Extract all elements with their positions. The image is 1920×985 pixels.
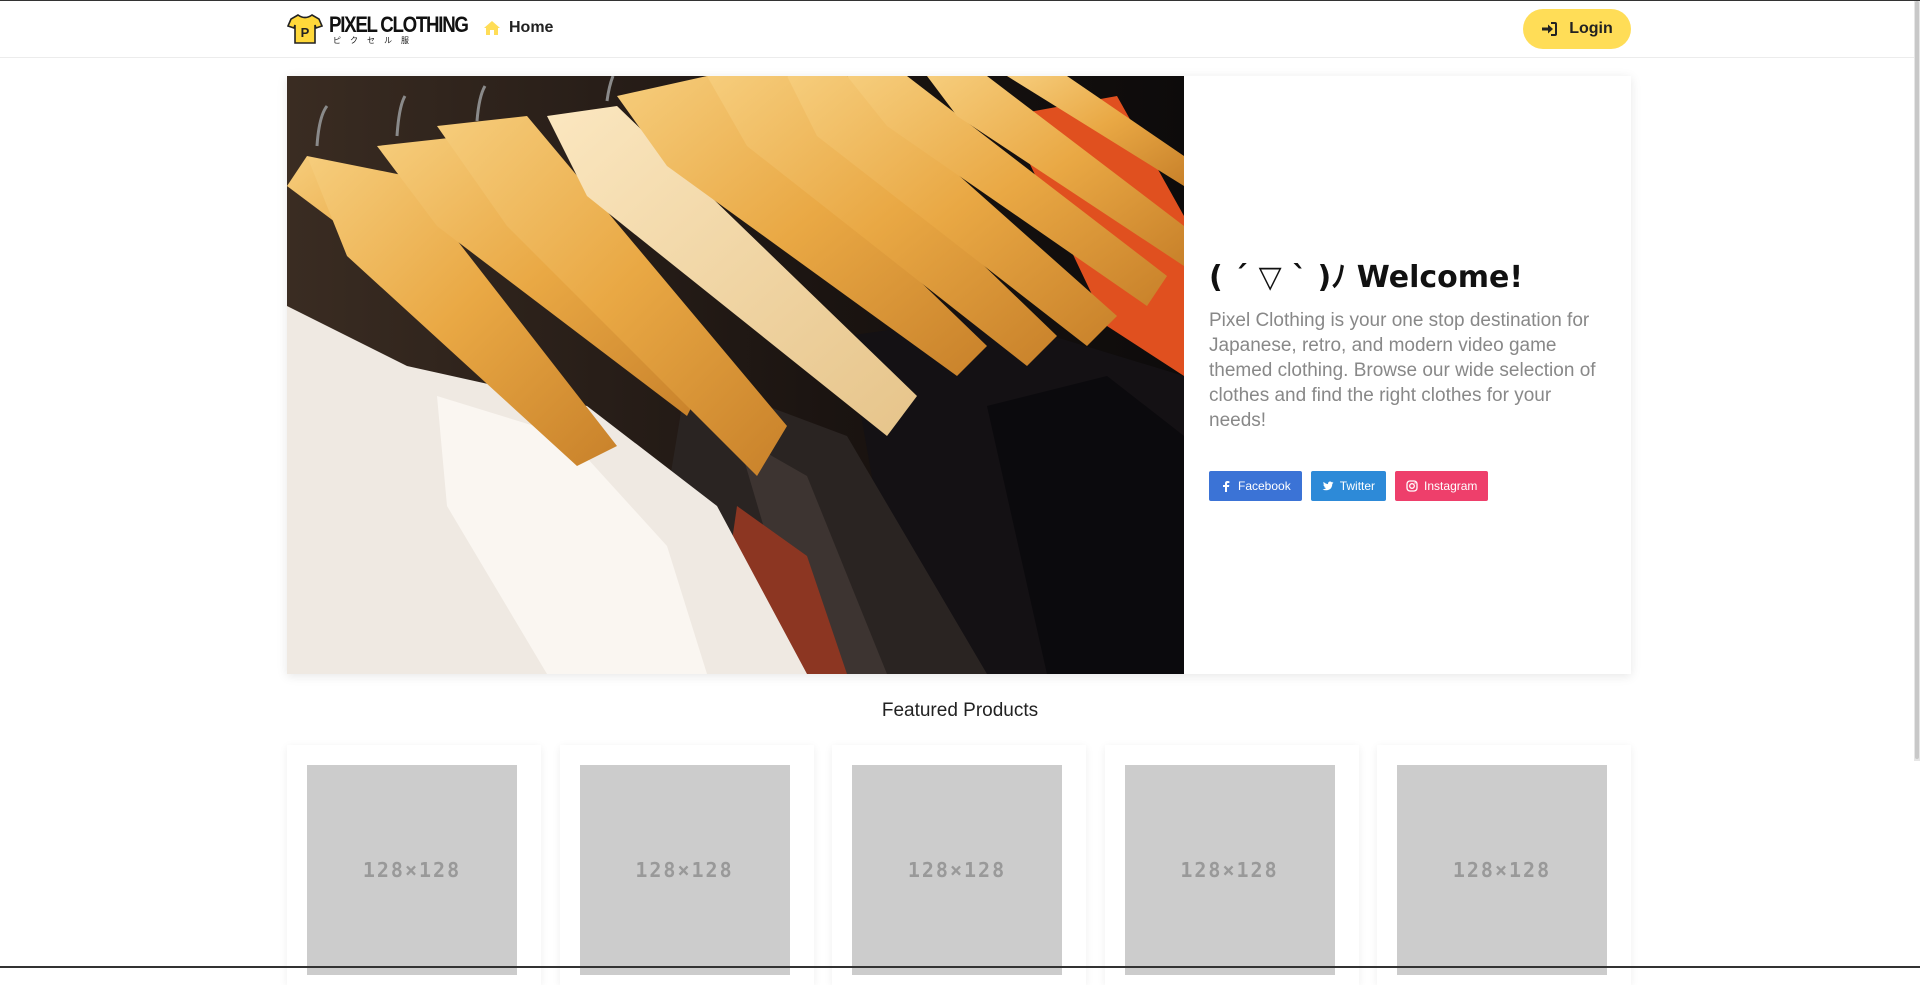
product-card[interactable]: 128×128 [287, 745, 541, 985]
hero-image-clothes-rack [287, 76, 1184, 674]
product-image-placeholder: 128×128 [852, 765, 1062, 975]
product-image-placeholder: 128×128 [1397, 765, 1607, 975]
product-card[interactable]: 128×128 [559, 745, 814, 985]
instagram-button[interactable]: Instagram [1395, 471, 1489, 501]
shirt-logo-icon: P [287, 14, 323, 44]
twitter-button[interactable]: Twitter [1310, 471, 1387, 501]
hero-description: Pixel Clothing is your one stop destinat… [1209, 310, 1596, 431]
product-card[interactable]: 128×128 [1377, 745, 1631, 985]
product-card[interactable]: 128×128 [1104, 745, 1359, 985]
brand-title: PIXEL CLOTHING [329, 11, 469, 37]
brand-logo-letter: P [301, 25, 310, 40]
product-image-placeholder: 128×128 [307, 765, 517, 975]
product-card[interactable]: 128×128 [832, 745, 1086, 985]
twitter-label: Twitter [1339, 479, 1376, 493]
featured-products-list: 128×128 128×128 128×128 128×128 128×128 [287, 745, 1631, 985]
placeholder-label: 128×128 [1452, 858, 1552, 882]
hero-content: ( ´ ▽ ` )ﾉ Welcome! Pixel Clothing is yo… [1209, 252, 1609, 501]
login-button[interactable]: Login [1523, 9, 1631, 49]
placeholder-label: 128×128 [907, 858, 1007, 882]
brand-subtitle: ピクセル服 [333, 35, 418, 45]
nav-home-link[interactable]: Home [483, 19, 553, 37]
placeholder-label: 128×128 [1180, 858, 1279, 882]
hero-title: ( ´ ▽ ` )ﾉ Welcome! [1209, 260, 1524, 295]
nav-home-label: Home [509, 19, 554, 36]
scrollbar-thumb[interactable] [1915, 1, 1919, 759]
hero-card: ( ´ ▽ ` )ﾉ Welcome! Pixel Clothing is yo… [287, 76, 1631, 674]
product-image-placeholder: 128×128 [579, 765, 790, 975]
sign-in-icon [1542, 22, 1558, 36]
twitter-icon [1322, 481, 1334, 491]
brand-logo[interactable]: P PIXEL CLOTHING ピクセル服 [287, 13, 492, 45]
facebook-icon [1223, 481, 1230, 492]
social-buttons: Facebook Twitter Instagram [1209, 471, 1609, 501]
facebook-button[interactable]: Facebook [1209, 471, 1302, 501]
product-image-placeholder: 128×128 [1124, 765, 1335, 975]
home-icon [484, 21, 500, 35]
facebook-label: Facebook [1238, 479, 1291, 493]
placeholder-label: 128×128 [362, 858, 462, 882]
featured-products-heading: Featured Products [881, 700, 1039, 721]
instagram-label: Instagram [1424, 479, 1478, 493]
login-label: Login [1569, 20, 1613, 37]
navbar: P PIXEL CLOTHING ピクセル服 Home Login [0, 1, 1914, 58]
instagram-icon [1406, 480, 1418, 492]
placeholder-label: 128×128 [635, 858, 734, 882]
